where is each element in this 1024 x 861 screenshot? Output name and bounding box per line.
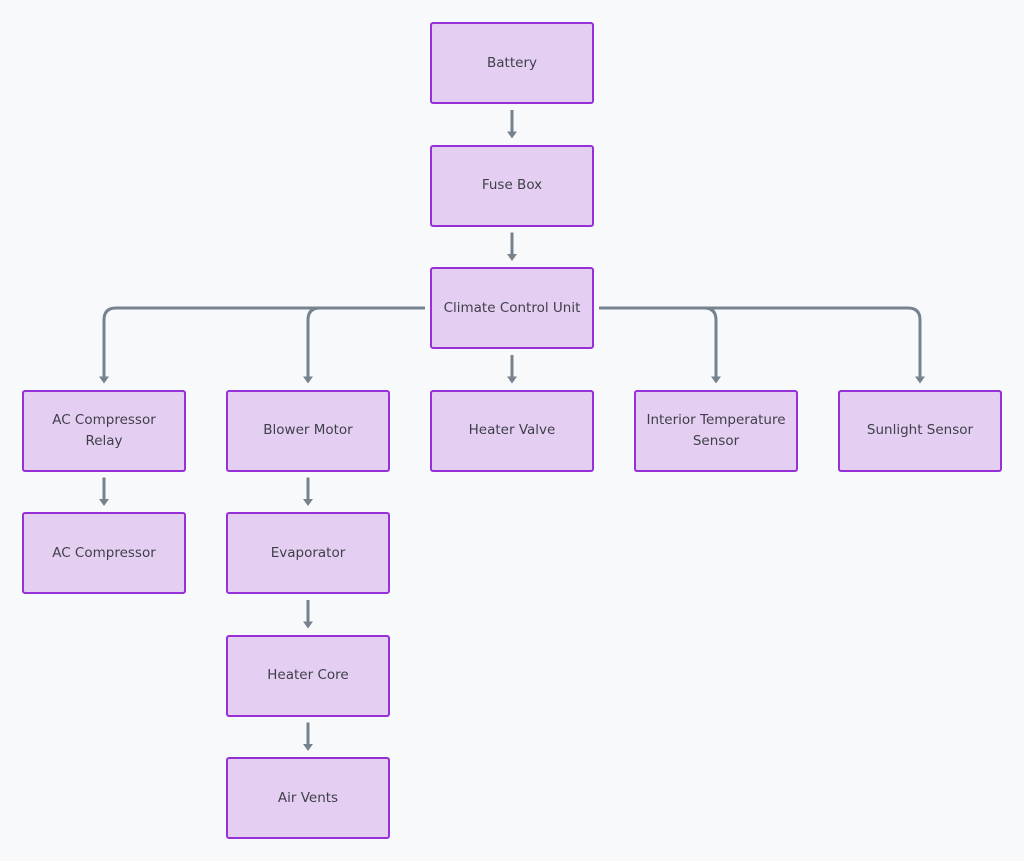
node-evap: Evaporator bbox=[226, 512, 390, 594]
edge-ccu-blower bbox=[306, 306, 425, 378]
node-label: Blower Motor bbox=[263, 422, 353, 439]
node-battery: Battery bbox=[430, 22, 594, 104]
arrowhead-icon bbox=[303, 376, 313, 384]
edge-ccu-sunsensor bbox=[599, 306, 922, 378]
node-label: Sunlight Sensor bbox=[866, 422, 974, 439]
node-fuse: Fuse Box bbox=[430, 144, 594, 227]
node-heatercore: Heater Core bbox=[226, 634, 390, 717]
node-label: Battery bbox=[487, 54, 537, 71]
arrowhead-icon bbox=[507, 376, 517, 384]
node-acrelay: AC Compressor Relay bbox=[22, 389, 186, 472]
node-label: AC Compressor Relay bbox=[52, 412, 156, 449]
arrowhead-icon bbox=[303, 621, 313, 629]
arrowhead-icon bbox=[99, 376, 109, 384]
node-blower: Blower Motor bbox=[226, 389, 390, 472]
node-intsensor: Interior Temperature Sensor bbox=[634, 389, 798, 472]
node-ccu: Climate Control Unit bbox=[430, 267, 594, 349]
node-label: Evaporator bbox=[270, 544, 346, 561]
node-vents: Air Vents bbox=[226, 757, 390, 839]
arrowhead-icon bbox=[303, 744, 313, 751]
arrowhead-icon bbox=[303, 499, 313, 506]
node-label: AC Compressor bbox=[52, 544, 156, 561]
node-label: Fuse Box bbox=[481, 177, 543, 194]
node-label: Heater Valve bbox=[468, 422, 556, 439]
arrowhead-icon bbox=[507, 254, 517, 261]
node-sunsensor: Sunlight Sensor bbox=[838, 389, 1002, 472]
node-label: Air Vents bbox=[277, 789, 339, 806]
node-label: Heater Core bbox=[267, 667, 349, 684]
edge-ccu-intsensor bbox=[599, 306, 718, 378]
arrowhead-icon bbox=[99, 499, 109, 506]
node-accomp: AC Compressor bbox=[22, 512, 186, 594]
node-label: Climate Control Unit bbox=[443, 299, 581, 316]
node-label: Interior Temperature Sensor bbox=[646, 412, 786, 449]
arrowhead-icon bbox=[507, 131, 517, 139]
edge-ccu-acrelay bbox=[102, 306, 425, 378]
arrowhead-icon bbox=[915, 376, 925, 384]
node-heatervalve: Heater Valve bbox=[430, 389, 594, 472]
arrowhead-icon bbox=[711, 376, 721, 384]
